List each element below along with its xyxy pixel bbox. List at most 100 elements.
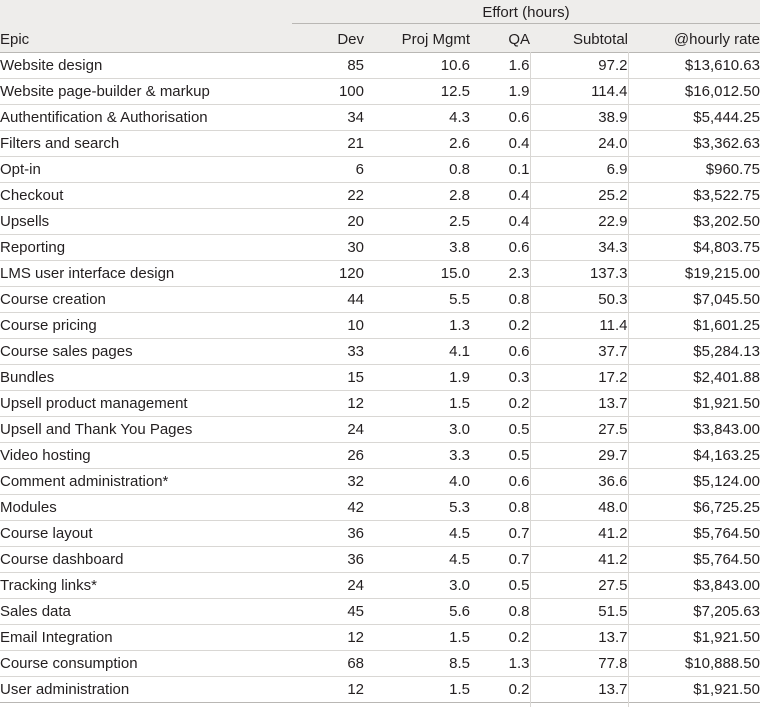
cell-subtotal: 25.2 [530, 182, 629, 209]
cell-hourly-rate: $1,921.50 [628, 390, 760, 417]
cell-subtotal: 137.3 [530, 260, 629, 287]
cell-proj-mgmt: 4.5 [364, 520, 470, 547]
table-row[interactable]: Course sales pages 33 4.1 0.6 37.7 $5,284.13 [0, 338, 760, 365]
cell-dev: 85 [292, 52, 364, 79]
cell-subtotal: 37.7 [530, 338, 629, 365]
table-row[interactable]: Opt-in 6 0.8 0.1 6.9 $960.75 [0, 156, 760, 183]
effort-estimate-table: Effort (hours) Epic Dev Proj Mgmt QA Sub… [0, 0, 760, 707]
table-row[interactable]: Upsell and Thank You Pages 24 3.0 0.5 27.5 $3… [0, 416, 760, 443]
cell-epic: Checkout [0, 182, 292, 209]
cell-epic: Email Integration [0, 624, 292, 651]
cell-hourly-rate: $4,163.25 [628, 442, 760, 469]
cell-qa: 0.6 [470, 338, 531, 365]
cell-qa: 0.4 [470, 208, 531, 235]
cell-dev: 10 [292, 312, 364, 339]
cell-qa: 0.6 [470, 468, 531, 495]
cell-qa: 0.1 [470, 156, 531, 183]
column-header-epic[interactable]: Epic [0, 24, 292, 53]
cell-proj-mgmt: 10.6 [364, 52, 470, 79]
column-header-proj-mgmt[interactable]: Proj Mgmt [364, 24, 470, 53]
table-row[interactable]: Comment administration* 32 4.0 0.6 36.6 $5,12… [0, 468, 760, 495]
cell-proj-mgmt: 3.0 [364, 572, 470, 599]
cell-hourly-rate: $2,401.88 [628, 364, 760, 391]
cell-qa: 0.4 [470, 182, 531, 209]
cell-proj-mgmt: 3.8 [364, 234, 470, 261]
table-row[interactable]: LMS user interface design 120 15.0 2.3 137.3… [0, 260, 760, 287]
cell-dev: 24 [292, 416, 364, 443]
table-row[interactable]: Upsells 20 2.5 0.4 22.9 $3,202.50 [0, 208, 760, 235]
table-footer: Total 1099 109.9 16.5 1225.4 $145,553.63 [0, 702, 760, 707]
cell-subtotal: 11.4 [530, 312, 629, 339]
table-header: Effort (hours) Epic Dev Proj Mgmt QA Sub… [0, 0, 760, 53]
cell-epic: Course creation [0, 286, 292, 313]
cell-hourly-rate: $7,205.63 [628, 598, 760, 625]
cell-dev: 26 [292, 442, 364, 469]
cell-epic: Upsells [0, 208, 292, 235]
table-row[interactable]: Bundles 15 1.9 0.3 17.2 $2,401.88 [0, 364, 760, 391]
cell-proj-mgmt: 2.5 [364, 208, 470, 235]
table-row[interactable]: Course layout 36 4.5 0.7 41.2 $5,764.50 [0, 520, 760, 547]
cell-proj-mgmt: 1.9 [364, 364, 470, 391]
table-row[interactable]: Reporting 30 3.8 0.6 34.3 $4,803.75 [0, 234, 760, 261]
cell-subtotal: 13.7 [530, 624, 629, 651]
cell-hourly-rate: $5,764.50 [628, 546, 760, 573]
cell-subtotal: 27.5 [530, 416, 629, 443]
table-row[interactable]: Course consumption 68 8.5 1.3 77.8 $10,888.50 [0, 650, 760, 677]
table-row[interactable]: Sales data 45 5.6 0.8 51.5 $7,205.63 [0, 598, 760, 625]
cell-epic: Filters and search [0, 130, 292, 157]
cell-proj-mgmt: 5.5 [364, 286, 470, 313]
cell-subtotal: 24.0 [530, 130, 629, 157]
table-row[interactable]: Video hosting 26 3.3 0.5 29.7 $4,163.25 [0, 442, 760, 469]
cell-subtotal: 41.2 [530, 546, 629, 573]
cell-hourly-rate: $5,284.13 [628, 338, 760, 365]
table-row[interactable]: Checkout 22 2.8 0.4 25.2 $3,522.75 [0, 182, 760, 209]
table-row[interactable]: Website design 85 10.6 1.6 97.2 $13,610.63 [0, 52, 760, 79]
cell-epic: Video hosting [0, 442, 292, 469]
cell-hourly-rate: $5,764.50 [628, 520, 760, 547]
column-header-qa[interactable]: QA [470, 24, 530, 53]
cell-proj-mgmt: 1.3 [364, 312, 470, 339]
cell-proj-mgmt: 5.6 [364, 598, 470, 625]
cell-qa: 2.3 [470, 260, 531, 287]
cell-epic: Comment administration* [0, 468, 292, 495]
cell-qa: 0.4 [470, 130, 531, 157]
column-header-hourly-rate[interactable]: @hourly rate [628, 24, 760, 53]
column-header-subtotal[interactable]: Subtotal [530, 24, 628, 53]
cell-epic: Upsell product management [0, 390, 292, 417]
table-row[interactable]: Authentification & Authorisation 34 4.3 0.6… [0, 104, 760, 131]
cell-dev: 32 [292, 468, 364, 495]
total-subtotal: 1225.4 [530, 702, 629, 707]
table-row[interactable]: Course dashboard 36 4.5 0.7 41.2 $5,764.50 [0, 546, 760, 573]
table-row[interactable]: Modules 42 5.3 0.8 48.0 $6,725.25 [0, 494, 760, 521]
cell-proj-mgmt: 15.0 [364, 260, 470, 287]
cell-epic: Course pricing [0, 312, 292, 339]
table-row[interactable]: User administration 12 1.5 0.2 13.7 $1,921.50 [0, 676, 760, 703]
table-row[interactable]: Course pricing 10 1.3 0.2 11.4 $1,601.25 [0, 312, 760, 339]
cell-qa: 0.8 [470, 494, 531, 521]
cell-qa: 1.3 [470, 650, 531, 677]
cell-qa: 1.6 [470, 52, 531, 79]
cell-qa: 0.5 [470, 416, 531, 443]
cell-proj-mgmt: 1.5 [364, 676, 470, 703]
cell-epic: Website design [0, 52, 292, 79]
cell-epic: Reporting [0, 234, 292, 261]
cell-subtotal: 13.7 [530, 390, 629, 417]
cell-subtotal: 77.8 [530, 650, 629, 677]
table-row[interactable]: Website page-builder & markup 100 12.5 1.9 1… [0, 78, 760, 105]
effort-estimate-sheet: Effort (hours) Epic Dev Proj Mgmt QA Sub… [0, 0, 760, 707]
table-row[interactable]: Tracking links* 24 3.0 0.5 27.5 $3,843.00 [0, 572, 760, 599]
cell-qa: 0.7 [470, 546, 531, 573]
table-row[interactable]: Course creation 44 5.5 0.8 50.3 $7,045.50 [0, 286, 760, 313]
table-row[interactable]: Email Integration 12 1.5 0.2 13.7 $1,921.50 [0, 624, 760, 651]
cell-epic: Authentification & Authorisation [0, 104, 292, 131]
table-row[interactable]: Filters and search 21 2.6 0.4 24.0 $3,362.63 [0, 130, 760, 157]
cell-epic: Course layout [0, 520, 292, 547]
table-body: Website design 85 10.6 1.6 97.2 $13,610.63 Web… [0, 52, 760, 703]
table-row[interactable]: Upsell product management 12 1.5 0.2 13.7 $1,… [0, 390, 760, 417]
cell-dev: 68 [292, 650, 364, 677]
cell-dev: 42 [292, 494, 364, 521]
cell-epic: Upsell and Thank You Pages [0, 416, 292, 443]
group-header-label: Effort (hours) [482, 3, 570, 21]
total-qa: 16.5 [470, 702, 531, 707]
column-header-dev[interactable]: Dev [292, 24, 364, 53]
